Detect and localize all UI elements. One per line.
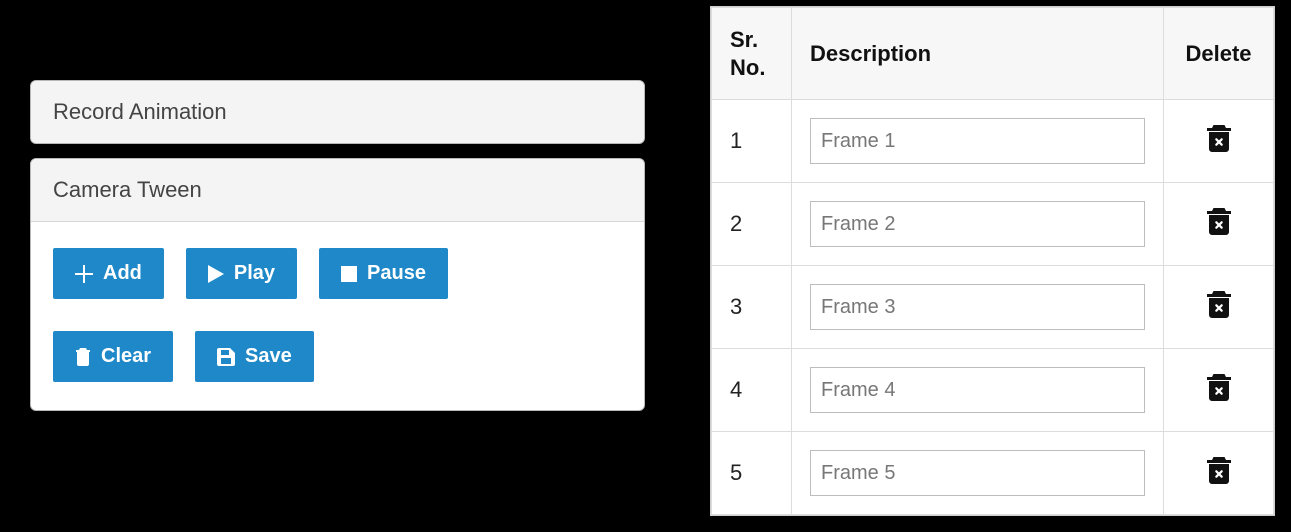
delete-frame-button[interactable] xyxy=(1206,125,1232,153)
trash-x-icon xyxy=(1206,208,1232,236)
frame-description-input[interactable] xyxy=(810,450,1145,496)
row-description-cell xyxy=(792,349,1164,432)
row-delete-cell xyxy=(1164,183,1274,266)
header-delete: Delete xyxy=(1164,8,1274,100)
frames-table: Sr. No. Description Delete 12345 xyxy=(711,7,1274,515)
row-sr-no: 1 xyxy=(712,100,792,183)
play-icon xyxy=(208,265,224,283)
row-sr-no: 5 xyxy=(712,432,792,515)
play-button[interactable]: Play xyxy=(186,248,297,299)
row-description-cell xyxy=(792,266,1164,349)
row-delete-cell xyxy=(1164,349,1274,432)
camera-tween-header[interactable]: Camera Tween xyxy=(31,159,644,221)
frames-table-wrap: Sr. No. Description Delete 12345 xyxy=(710,6,1275,516)
record-animation-header[interactable]: Record Animation xyxy=(31,81,644,143)
delete-frame-button[interactable] xyxy=(1206,208,1232,236)
frame-description-input[interactable] xyxy=(810,284,1145,330)
play-button-label: Play xyxy=(234,262,275,285)
delete-frame-button[interactable] xyxy=(1206,457,1232,485)
camera-tween-panel: Camera Tween Add Play xyxy=(30,158,645,411)
clear-button-label: Clear xyxy=(101,345,151,368)
table-row: 3 xyxy=(712,266,1274,349)
header-description: Description xyxy=(792,8,1164,100)
row-delete-cell xyxy=(1164,432,1274,515)
save-button[interactable]: Save xyxy=(195,331,314,382)
frame-description-input[interactable] xyxy=(810,118,1145,164)
frame-description-input[interactable] xyxy=(810,367,1145,413)
camera-tween-body: Add Play Pause xyxy=(31,221,644,410)
row-sr-no: 2 xyxy=(712,183,792,266)
table-row: 5 xyxy=(712,432,1274,515)
pause-button-label: Pause xyxy=(367,262,426,285)
row-delete-cell xyxy=(1164,100,1274,183)
pause-button[interactable]: Pause xyxy=(319,248,448,299)
record-animation-title: Record Animation xyxy=(53,99,227,124)
left-panels: Record Animation Camera Tween Add Play xyxy=(30,80,645,425)
trash-icon xyxy=(75,348,91,366)
row-sr-no: 3 xyxy=(712,266,792,349)
delete-frame-button[interactable] xyxy=(1206,291,1232,319)
trash-x-icon xyxy=(1206,125,1232,153)
row-delete-cell xyxy=(1164,266,1274,349)
trash-x-icon xyxy=(1206,374,1232,402)
save-button-label: Save xyxy=(245,345,292,368)
header-sr-no: Sr. No. xyxy=(712,8,792,100)
tween-button-row-1: Add Play Pause xyxy=(53,248,622,299)
stop-icon xyxy=(341,266,357,282)
camera-tween-title: Camera Tween xyxy=(53,177,202,202)
row-description-cell xyxy=(792,100,1164,183)
add-button-label: Add xyxy=(103,262,142,285)
record-animation-panel[interactable]: Record Animation xyxy=(30,80,645,144)
plus-icon xyxy=(75,265,93,283)
table-row: 1 xyxy=(712,100,1274,183)
add-button[interactable]: Add xyxy=(53,248,164,299)
table-row: 2 xyxy=(712,183,1274,266)
frames-table-header-row: Sr. No. Description Delete xyxy=(712,8,1274,100)
save-icon xyxy=(217,348,235,366)
delete-frame-button[interactable] xyxy=(1206,374,1232,402)
trash-x-icon xyxy=(1206,457,1232,485)
row-description-cell xyxy=(792,183,1164,266)
clear-button[interactable]: Clear xyxy=(53,331,173,382)
row-sr-no: 4 xyxy=(712,349,792,432)
row-description-cell xyxy=(792,432,1164,515)
table-row: 4 xyxy=(712,349,1274,432)
trash-x-icon xyxy=(1206,291,1232,319)
frame-description-input[interactable] xyxy=(810,201,1145,247)
tween-button-row-2: Clear Save xyxy=(53,331,622,382)
